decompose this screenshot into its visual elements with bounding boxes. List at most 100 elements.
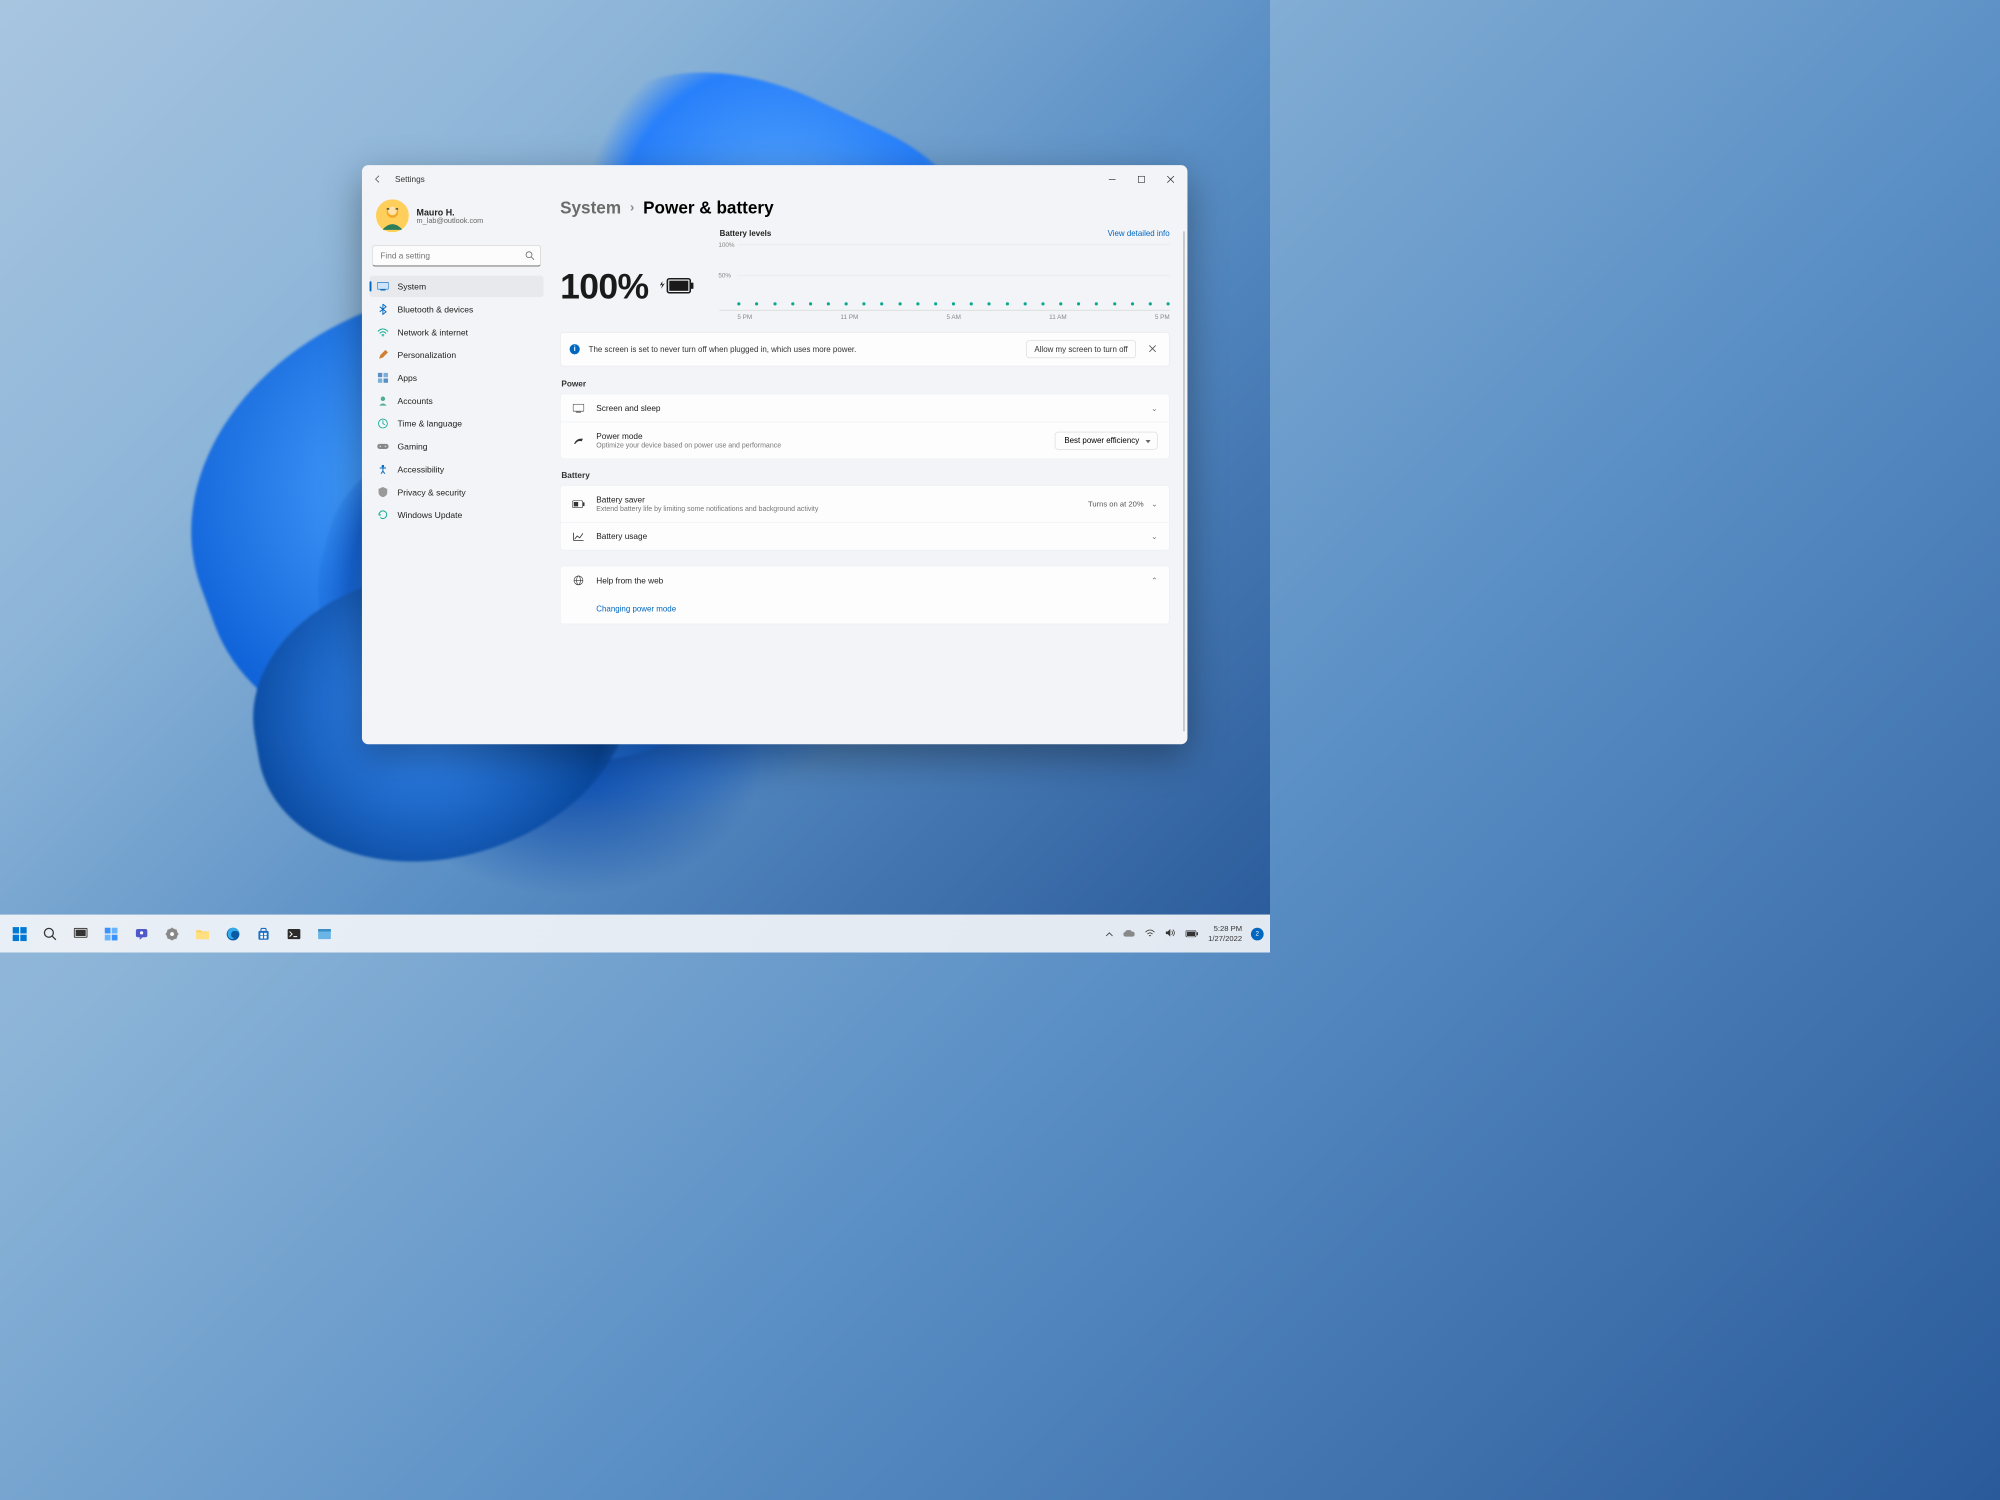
screen-sleep-row[interactable]: Screen and sleep ⌄	[561, 394, 1169, 421]
accessibility-icon	[377, 464, 388, 475]
view-detailed-link[interactable]: View detailed info	[1108, 229, 1170, 238]
help-card: Help from the web ⌃ Changing power mode	[560, 566, 1170, 624]
chevron-down-icon: ⌄	[1151, 404, 1157, 413]
taskbar-app-settings[interactable]	[159, 920, 186, 947]
main-content: System › Power & battery 100%	[551, 193, 1187, 744]
battery-usage-icon	[572, 532, 585, 541]
banner-action-button[interactable]: Allow my screen to turn off	[1026, 340, 1136, 358]
taskbar: 5:28 PM 1/27/2022 2	[0, 914, 1270, 952]
user-block[interactable]: Mauro H. m_lab@outlook.com	[370, 196, 544, 243]
close-button[interactable]	[1156, 168, 1185, 191]
banner-message: The screen is set to never turn off when…	[589, 345, 1018, 354]
time-language-icon	[377, 418, 388, 429]
row-title: Battery usage	[596, 531, 1140, 541]
globe-icon	[572, 575, 585, 585]
battery-saver-icon	[572, 500, 585, 508]
taskbar-app-generic[interactable]	[311, 920, 338, 947]
notification-badge[interactable]: 2	[1251, 927, 1264, 940]
taskbar-search-button[interactable]	[37, 920, 64, 947]
sidebar-item-system[interactable]: System	[370, 276, 544, 298]
row-title: Battery saver	[596, 495, 1076, 505]
sidebar-item-accounts[interactable]: Accounts	[370, 390, 544, 412]
section-title-battery: Battery	[561, 471, 1169, 481]
chevron-down-icon: ⌄	[1151, 532, 1157, 541]
sidebar-item-network[interactable]: Network & internet	[370, 321, 544, 343]
sidebar-item-label: Accessibility	[398, 465, 445, 475]
taskbar-clock[interactable]: 5:28 PM 1/27/2022	[1204, 924, 1246, 944]
task-view-button[interactable]	[67, 920, 94, 947]
sidebar-item-label: Accounts	[398, 396, 433, 406]
sidebar-item-personalization[interactable]: Personalization	[370, 344, 544, 366]
tray-overflow-icon[interactable]	[1101, 925, 1116, 943]
taskbar-app-edge[interactable]	[220, 920, 247, 947]
sidebar: Mauro H. m_lab@outlook.com System Blueto…	[362, 193, 551, 744]
taskbar-app-explorer[interactable]	[189, 920, 216, 947]
taskbar-app-terminal[interactable]	[281, 920, 308, 947]
sidebar-item-label: Privacy & security	[398, 487, 466, 497]
chart-ylabel: 100%	[718, 242, 734, 249]
battery-chart: Battery levels View detailed info 100% 5…	[720, 229, 1170, 320]
start-button[interactable]	[6, 920, 33, 947]
gaming-icon	[377, 441, 388, 452]
search-box	[372, 245, 541, 267]
battery-tray-icon[interactable]	[1181, 925, 1201, 943]
privacy-icon	[377, 486, 388, 497]
breadcrumb: System › Power & battery	[560, 198, 1170, 218]
personalization-icon	[377, 349, 388, 360]
chat-button[interactable]	[128, 920, 155, 947]
row-title: Screen and sleep	[596, 403, 1140, 413]
system-tray: 5:28 PM 1/27/2022 2	[1101, 924, 1263, 944]
sidebar-item-windows-update[interactable]: Windows Update	[370, 504, 544, 526]
onedrive-icon[interactable]	[1119, 925, 1138, 943]
apps-icon	[377, 372, 388, 383]
sidebar-item-apps[interactable]: Apps	[370, 367, 544, 389]
sidebar-item-label: Network & internet	[398, 327, 469, 337]
sidebar-item-label: System	[398, 282, 427, 292]
battery-percentage-block: 100%	[560, 229, 694, 320]
banner-close-button[interactable]	[1145, 342, 1160, 357]
sidebar-item-label: Personalization	[398, 350, 457, 360]
window-title: Settings	[395, 174, 425, 184]
avatar	[376, 199, 409, 232]
volume-tray-icon[interactable]	[1161, 925, 1179, 943]
battery-saver-row[interactable]: Battery saver Extend battery life by lim…	[561, 486, 1169, 522]
chart-xlabels: 5 PM 11 PM 5 AM 11 AM 5 PM	[720, 314, 1170, 321]
breadcrumb-parent[interactable]: System	[560, 198, 621, 218]
user-email: m_lab@outlook.com	[417, 217, 484, 225]
back-button[interactable]	[364, 165, 391, 193]
sidebar-item-bluetooth[interactable]: Bluetooth & devices	[370, 298, 544, 320]
bluetooth-icon	[377, 304, 388, 315]
sidebar-item-label: Gaming	[398, 442, 428, 452]
power-mode-row[interactable]: Power mode Optimize your device based on…	[561, 422, 1169, 459]
search-input[interactable]	[372, 245, 541, 267]
help-from-web-row[interactable]: Help from the web ⌃	[561, 566, 1169, 594]
sidebar-item-label: Windows Update	[398, 510, 463, 520]
sidebar-item-label: Bluetooth & devices	[398, 304, 474, 314]
widgets-button[interactable]	[98, 920, 125, 947]
sidebar-item-gaming[interactable]: Gaming	[370, 436, 544, 458]
row-subtitle: Extend battery life by limiting some not…	[596, 505, 1076, 513]
taskbar-app-store[interactable]	[250, 920, 277, 947]
row-title: Help from the web	[596, 576, 1140, 586]
network-tray-icon[interactable]	[1141, 925, 1159, 943]
settings-window: Settings	[362, 165, 1188, 744]
user-name: Mauro H.	[417, 207, 484, 217]
clock-time: 5:28 PM	[1208, 924, 1242, 934]
minimize-button[interactable]	[1097, 168, 1126, 191]
maximize-button[interactable]	[1126, 168, 1155, 191]
sidebar-item-accessibility[interactable]: Accessibility	[370, 458, 544, 480]
info-banner: i The screen is set to never turn off wh…	[560, 332, 1170, 366]
help-link[interactable]: Changing power mode	[561, 594, 1169, 623]
battery-usage-row[interactable]: Battery usage ⌄	[561, 522, 1169, 550]
chart-title: Battery levels	[720, 229, 772, 238]
chevron-down-icon: ⌄	[1151, 499, 1157, 508]
screen-sleep-icon	[572, 404, 585, 413]
power-mode-dropdown[interactable]: Best power efficiency	[1055, 431, 1158, 449]
sidebar-item-time-language[interactable]: Time & language	[370, 413, 544, 435]
sidebar-item-label: Time & language	[398, 419, 462, 429]
section-title-power: Power	[561, 379, 1169, 389]
windows-update-icon	[377, 509, 388, 520]
sidebar-item-privacy[interactable]: Privacy & security	[370, 481, 544, 503]
scrollbar[interactable]	[1183, 231, 1185, 731]
chevron-right-icon: ›	[630, 201, 634, 216]
